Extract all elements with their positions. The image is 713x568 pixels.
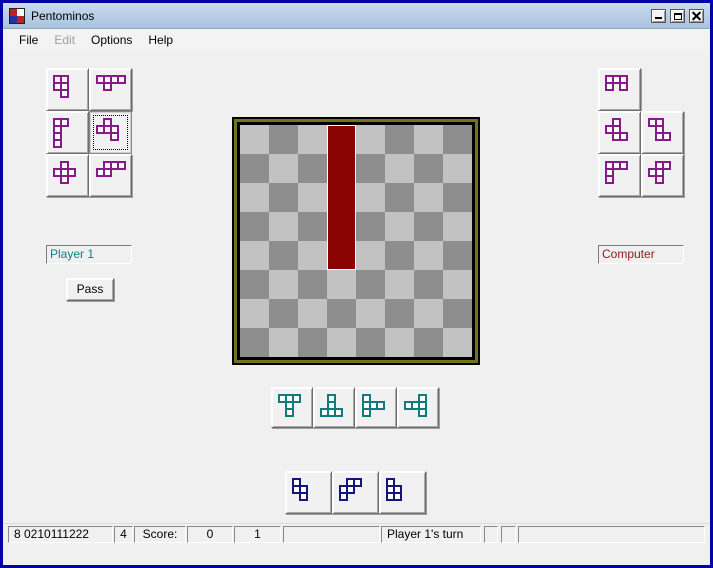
status-empty-2: [484, 526, 498, 543]
transform-button-3[interactable]: [379, 471, 426, 514]
status-empty-1: [283, 526, 380, 543]
transform-button-2[interactable]: [332, 471, 379, 514]
pass-button[interactable]: Pass: [66, 278, 114, 301]
piece-button-cpu-4[interactable]: [598, 154, 641, 197]
status-turn: Player 1's turn: [381, 526, 481, 543]
computer-name-field[interactable]: Computer: [598, 245, 684, 264]
player1-name: Player 1: [50, 247, 95, 261]
piece-button-p1-4-selected[interactable]: [89, 111, 132, 154]
placed-piece-I-pentomino: [327, 125, 356, 270]
rotate-button-2[interactable]: [313, 387, 355, 428]
status-empty-3: [501, 526, 516, 543]
menu-bar: File Edit Options Help: [3, 29, 710, 50]
status-bar: 8 0210111222 4 Score: 0 1 Player 1's tur…: [3, 523, 710, 544]
piece-button-p1-3[interactable]: [46, 111, 89, 154]
title-bar: Pentominos: [3, 3, 710, 29]
rotate-button-1[interactable]: [271, 387, 313, 428]
piece-button-p1-1[interactable]: [46, 68, 89, 111]
piece-button-p1-2[interactable]: [89, 68, 132, 111]
status-game-code: 8 0210111222: [8, 526, 113, 543]
game-board[interactable]: [232, 117, 480, 365]
piece-button-cpu-1[interactable]: [598, 68, 641, 111]
menu-file[interactable]: File: [11, 31, 46, 49]
transform-button-1[interactable]: [285, 471, 332, 514]
piece-button-p1-6[interactable]: [89, 154, 132, 197]
client-area: Player 1 Computer Pass 8 0210111222 4 Sc…: [3, 50, 710, 544]
maximize-button[interactable]: [670, 8, 685, 23]
player1-name-field[interactable]: Player 1: [46, 245, 132, 264]
status-count: 4: [114, 526, 133, 543]
menu-edit: Edit: [54, 32, 76, 47]
piece-button-cpu-3[interactable]: [641, 111, 684, 154]
status-empty-4: [518, 526, 705, 543]
piece-button-cpu-2[interactable]: [598, 111, 641, 154]
maximize-icon: [674, 12, 682, 20]
window-title: Pentominos: [31, 8, 95, 23]
rotate-button-3[interactable]: [355, 387, 397, 428]
close-button[interactable]: [689, 8, 704, 23]
minimize-button[interactable]: [651, 8, 666, 23]
board-grid[interactable]: [240, 125, 472, 357]
status-score-label: Score:: [134, 526, 186, 543]
computer-name: Computer: [602, 247, 655, 261]
menu-options[interactable]: Options: [83, 31, 140, 49]
status-score-p1: 0: [187, 526, 233, 543]
piece-button-cpu-5[interactable]: [641, 154, 684, 197]
minimize-icon: [655, 16, 662, 19]
rotate-button-4[interactable]: [397, 387, 439, 428]
pentominos-window: Pentominos File Edit Options Help Player…: [0, 0, 713, 568]
piece-button-p1-5[interactable]: [46, 154, 89, 197]
status-score-p2: 1: [234, 526, 281, 543]
app-icon: [9, 7, 25, 24]
menu-help[interactable]: Help: [140, 31, 181, 49]
